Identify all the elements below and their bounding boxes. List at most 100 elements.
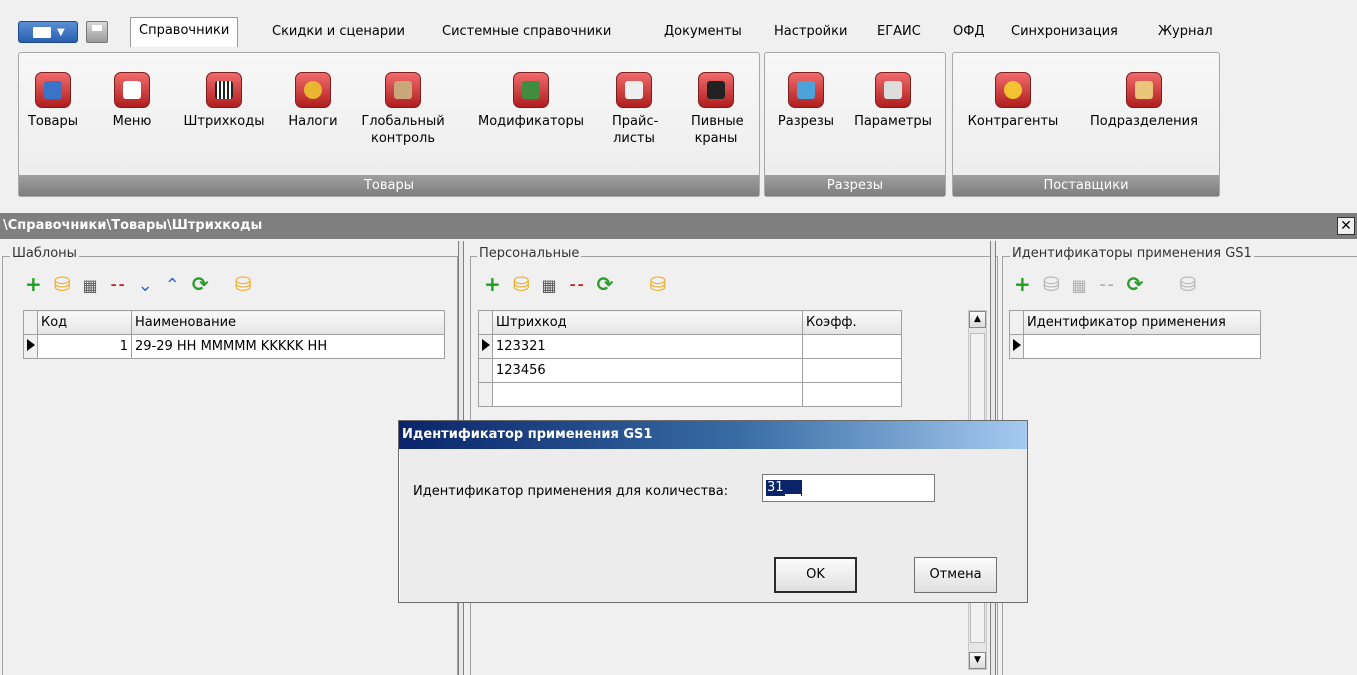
gs1-panel-title: Идентификаторы применения GS1 bbox=[1010, 246, 1254, 261]
tab-ofd[interactable]: ОФД bbox=[945, 19, 993, 45]
templates-table: Код Наименование 1 29-29 НН ММММM KKKKK … bbox=[23, 310, 445, 359]
delete-icon[interactable]: ⁃⁃ bbox=[110, 275, 126, 297]
cell-barcode[interactable]: 123456 bbox=[492, 358, 803, 383]
menu-bar: ▼ Справочники Скидки и сценарии Системны… bbox=[0, 0, 1357, 52]
table-row[interactable]: 1 29-29 НН ММММM KKKKK НН bbox=[23, 334, 445, 359]
add-icon[interactable]: + bbox=[1014, 273, 1031, 295]
row-indicator-header bbox=[23, 310, 38, 335]
tab-journal[interactable]: Журнал bbox=[1150, 19, 1221, 45]
column-header-barcode[interactable]: Штрихкод bbox=[492, 310, 803, 335]
barcode-icon bbox=[206, 72, 242, 108]
clear-db-icon[interactable]: ⛁ bbox=[649, 273, 666, 295]
cell-barcode[interactable]: 123321 bbox=[492, 334, 803, 359]
move-up-icon[interactable]: ⌃ bbox=[165, 275, 180, 297]
scroll-down-icon[interactable]: ▼ bbox=[969, 652, 986, 669]
cubes-icon bbox=[788, 72, 824, 108]
copy-icon[interactable]: ▦ bbox=[83, 275, 98, 297]
gs1-toolbar: + ⛁ ▦ ⁃⁃ ⟳ ⛁ bbox=[1014, 273, 1208, 295]
breadcrumb: \Справочники\Товары\Штрихкоды ✕ bbox=[0, 213, 1357, 239]
table-row[interactable]: 123456 bbox=[478, 358, 902, 383]
tab-discounts[interactable]: Скидки и сценарии bbox=[264, 19, 413, 45]
table-header-row: Код Наименование bbox=[23, 310, 445, 335]
copy-icon[interactable]: ▦ bbox=[542, 275, 557, 297]
save-icon[interactable] bbox=[86, 21, 108, 43]
refresh-icon[interactable]: ⟳ bbox=[192, 273, 209, 295]
cancel-button[interactable]: Отмена bbox=[914, 557, 997, 593]
current-row-pointer-icon bbox=[27, 338, 35, 351]
scroll-up-icon[interactable]: ▲ bbox=[969, 311, 986, 328]
add-icon[interactable]: + bbox=[484, 273, 501, 295]
delete-icon[interactable]: ⁃⁃ bbox=[569, 275, 585, 297]
app-menu-button[interactable]: ▼ bbox=[18, 21, 78, 43]
ribbon-button-label: Товары bbox=[27, 114, 79, 129]
column-header-identifier[interactable]: Идентификатор применения bbox=[1023, 310, 1261, 335]
cell-barcode[interactable] bbox=[492, 382, 803, 407]
ribbon-button-sections[interactable]: Разрезы bbox=[768, 72, 844, 130]
cell-coefficient[interactable] bbox=[802, 334, 902, 359]
ribbon-button-label: Меню bbox=[112, 114, 152, 129]
dialog-title: Идентификатор применения GS1 bbox=[399, 421, 1027, 449]
tab-documents[interactable]: Документы bbox=[656, 19, 750, 45]
current-row-pointer-icon bbox=[482, 338, 490, 351]
table-row[interactable] bbox=[478, 382, 902, 407]
bottle-glass-icon bbox=[513, 72, 549, 108]
gs1-dialog: Идентификатор применения GS1 Идентификат… bbox=[398, 420, 1028, 603]
group-label: Поставщики bbox=[953, 175, 1219, 196]
column-header-coefficient[interactable]: Коэфф. bbox=[802, 310, 902, 335]
cell-code[interactable]: 1 bbox=[37, 334, 132, 359]
cell-coefficient[interactable] bbox=[802, 358, 902, 383]
gs1-table: Идентификатор применения bbox=[1009, 310, 1261, 359]
refresh-icon[interactable]: ⟳ bbox=[597, 273, 614, 295]
tab-egais[interactable]: ЕГАИС bbox=[869, 19, 929, 45]
refresh-icon[interactable]: ⟳ bbox=[1127, 273, 1144, 295]
clear-db-icon[interactable]: ⛁ bbox=[235, 273, 252, 295]
tab-sync[interactable]: Синхронизация bbox=[1003, 19, 1126, 45]
row-indicator-header bbox=[478, 310, 493, 335]
cell-identifier[interactable] bbox=[1023, 334, 1261, 359]
input-value: 31 bbox=[766, 480, 802, 496]
personal-toolbar: + ⛁ ▦ ⁃⁃ ⟳ ⛁ bbox=[484, 273, 678, 295]
ribbon-button-parameters[interactable]: Параметры bbox=[844, 72, 942, 130]
clear-db-icon[interactable]: ⛁ bbox=[1179, 273, 1196, 295]
ribbon-button-global-control[interactable]: Глобальный контроль bbox=[346, 72, 460, 147]
add-icon[interactable]: + bbox=[25, 273, 42, 295]
ribbon-button-departments[interactable]: Подразделения bbox=[1074, 72, 1214, 130]
ribbon-button-beer-taps[interactable]: Пивные краны bbox=[676, 72, 756, 147]
move-down-icon[interactable]: ⌄ bbox=[138, 275, 153, 297]
breadcrumb-text: \Справочники\Товары\Штрихкоды bbox=[3, 218, 263, 233]
close-icon[interactable]: ✕ bbox=[1337, 217, 1355, 235]
group-label: Разрезы bbox=[765, 175, 945, 196]
ribbon-button-label: Контрагенты bbox=[967, 114, 1059, 129]
quantity-identifier-input[interactable]: 31 bbox=[762, 474, 935, 502]
table-row[interactable]: 123321 bbox=[478, 334, 902, 359]
tab-settings[interactable]: Настройки bbox=[766, 19, 855, 45]
ribbon-button-taxes[interactable]: Налоги bbox=[281, 72, 345, 130]
ribbon-button-goods[interactable]: Товары bbox=[24, 72, 82, 130]
cell-coefficient[interactable] bbox=[802, 382, 902, 407]
ok-button[interactable]: OK bbox=[774, 557, 857, 593]
ribbon-button-label: Штрихкоды bbox=[183, 114, 265, 129]
tab-system-directories[interactable]: Системные справочники bbox=[434, 19, 619, 45]
ribbon-button-barcodes[interactable]: Штрихкоды bbox=[172, 72, 276, 130]
tools-box-icon bbox=[385, 72, 421, 108]
column-header-code[interactable]: Код bbox=[37, 310, 132, 335]
ribbon-button-modifiers[interactable]: Модификаторы bbox=[463, 72, 599, 130]
row-indicator bbox=[478, 382, 493, 407]
tab-directories[interactable]: Справочники bbox=[130, 17, 239, 47]
ribbon-button-menu[interactable]: Меню bbox=[106, 72, 158, 130]
table-row[interactable] bbox=[1009, 334, 1261, 359]
cell-name[interactable]: 29-29 НН ММММM KKKKK НН bbox=[131, 334, 445, 359]
delete-icon[interactable]: ⁃⁃ bbox=[1099, 275, 1115, 297]
edit-db-icon[interactable]: ⛁ bbox=[1043, 273, 1060, 295]
templates-panel-title: Шаблоны bbox=[10, 246, 79, 261]
ribbon-button-counterparties[interactable]: Контрагенты bbox=[954, 72, 1072, 130]
ribbon-button-label: Глобальный контроль bbox=[361, 114, 445, 146]
copy-icon[interactable]: ▦ bbox=[1072, 275, 1087, 297]
personal-panel-title: Персональные bbox=[477, 246, 582, 261]
edit-db-icon[interactable]: ⛁ bbox=[513, 273, 530, 295]
column-header-name[interactable]: Наименование bbox=[131, 310, 445, 335]
ribbon-button-price-lists[interactable]: Прайс-листы bbox=[600, 72, 668, 147]
edit-db-icon[interactable]: ⛁ bbox=[54, 273, 71, 295]
menu-icon bbox=[33, 27, 51, 38]
worker-icon bbox=[995, 72, 1031, 108]
